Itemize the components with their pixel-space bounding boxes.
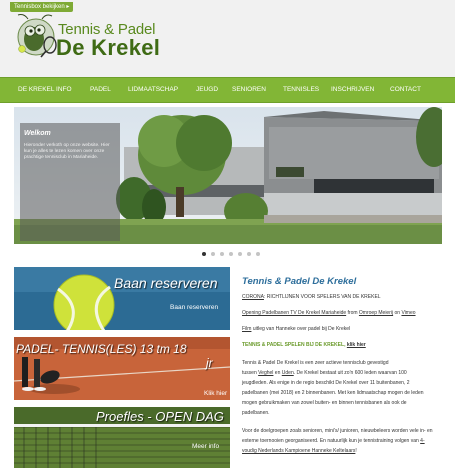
nav-item-tennisles[interactable]: TENNISLES	[283, 86, 319, 93]
corona-link[interactable]: CORONA	[242, 294, 264, 300]
intro-para-line3: jeugdleden. Als enige in de regio beschi…	[242, 380, 410, 386]
film-text: uitleg van Hanneke over padel bij De Kre…	[251, 326, 351, 332]
tile-proefles-link[interactable]: Meer info	[192, 443, 219, 450]
tile-baan-reserveren[interactable]: Baan reserveren Baan reserveren	[14, 267, 230, 330]
slide-dot-4[interactable]	[229, 252, 233, 256]
intro-para-line6: padelbanen.	[242, 410, 270, 416]
corona-text: : RICHTLIJNEN VOOR SPELERS VAN DE KREKEL	[263, 294, 381, 300]
tennisbox-link[interactable]: Tennisbox bekijken ▸	[10, 2, 74, 12]
main-navigation: DE KREKEL INFO PADEL LIDMAATSCHAP JEUGD …	[0, 77, 455, 103]
groups-para-line2: externe toernooien georganiseerd. En nat…	[242, 438, 425, 444]
intro-en-text: en	[273, 370, 282, 376]
slide-dot-2[interactable]	[211, 252, 215, 256]
nav-item-contact[interactable]: CONTACT	[390, 86, 421, 93]
spelen-line: TENNIS & PADEL SPELEN BIJ DE KREKEL, kli…	[242, 342, 366, 348]
nav-item-de-krekel-info[interactable]: DE KREKEL INFO	[18, 86, 72, 93]
intro-para-line1: Tennis & Padel De Krekel is een zeer act…	[242, 360, 389, 366]
slide-dot-6[interactable]	[247, 252, 251, 256]
spelen-text: TENNIS & PADEL SPELEN BIJ DE KREKEL	[242, 342, 345, 348]
tile-padel-title-line2: jr	[206, 356, 213, 370]
tile-baan-reserveren-title: Baan reserveren	[114, 275, 218, 291]
veghel-link[interactable]: Veghel	[258, 370, 273, 376]
slide-dot-7[interactable]	[256, 252, 260, 256]
krekel-logo[interactable]	[14, 13, 58, 59]
from-text: from	[346, 310, 359, 316]
nav-item-jeugd[interactable]: JEUGD	[196, 86, 218, 93]
intro-tussen-text: tussen	[242, 370, 259, 376]
slide-dot-3[interactable]	[220, 252, 224, 256]
intro-para-line5: mogen gebruikmaken van zowel buiten- en …	[242, 400, 407, 406]
tile-proefles-open-dag[interactable]: Proefles - OPEN DAG Meer info	[14, 407, 230, 468]
tile-proefles-title: Proefles - OPEN DAG	[96, 409, 224, 424]
nav-item-senioren[interactable]: SENIOREN	[232, 86, 266, 93]
omroep-meierij-link[interactable]: Omroep Meierij	[359, 310, 393, 316]
welcome-text: Hieronder verkoth op onze website. Hier …	[24, 143, 110, 160]
corona-line: CORONA: RICHTLIJNEN VOOR SPELERS VAN DE …	[242, 294, 381, 300]
nav-item-padel[interactable]: PADEL	[90, 86, 111, 93]
slide-dot-1[interactable]	[202, 252, 206, 256]
welcome-title: Welkom	[24, 130, 51, 137]
groups-para-line1: Voor de doelgroepen zoals senioren, mini…	[242, 428, 433, 434]
tile-padel-link[interactable]: Klik hier	[204, 390, 227, 397]
hero-slideshow[interactable]: Welkom Hieronder verkoth op onze website…	[14, 107, 442, 244]
video-credit-line: Opening Padelbanen TV De Krekel Mariahei…	[242, 310, 416, 316]
tile-padel-tennisles[interactable]: PADEL- TENNIS(LES) 13 tm 18 jr Klik hier	[14, 337, 230, 400]
page-title: Tennis & Padel De Krekel	[242, 276, 357, 287]
intro-para-line2: tussen Veghel en Uden. De Krekel bestaat…	[242, 370, 407, 376]
uden-link[interactable]: Uden	[282, 370, 294, 376]
vimeo-link[interactable]: Vimeo	[401, 310, 415, 316]
intro-leden-text: . De Krekel bestaat uit zo'n 600 leden w…	[293, 370, 407, 376]
groups-training-text: externe toernooien georganiseerd. En nat…	[242, 438, 421, 444]
nav-item-inschrijven[interactable]: INSCHRIJVEN	[331, 86, 374, 93]
tile-padel-title-line1: PADEL- TENNIS(LES) 13 tm 18	[16, 342, 187, 356]
welcome-overlay: Welkom Hieronder verkoth op onze website…	[20, 123, 120, 241]
intro-para-line4: padelbanen (mei 2018) en 2 binnenbanen. …	[242, 390, 424, 396]
groups-end-text: !	[355, 448, 357, 454]
klik-hier-link[interactable]: klik hier	[347, 342, 366, 348]
opening-padelbanen-link[interactable]: Opening Padelbanen TV De Krekel Mariahei…	[242, 310, 346, 316]
nav-item-lidmaatschap[interactable]: LIDMAATSCHAP	[128, 86, 178, 93]
site-header: Tennisbox bekijken ▸ Tennis & Padel De K…	[0, 0, 455, 80]
groups-para-line3: voudig Nederlands Kampioene Hanneke Kelt…	[242, 448, 357, 454]
film-line: Film uitleg van Hanneke over padel bij D…	[242, 326, 350, 332]
kampioene-link-start[interactable]: 4-	[420, 438, 424, 444]
slide-dot-5[interactable]	[238, 252, 242, 256]
logo-text-de-krekel[interactable]: De Krekel	[56, 35, 160, 61]
kampioene-link[interactable]: voudig Nederlands Kampioene Hanneke Kelt…	[242, 448, 355, 454]
tile-baan-reserveren-link[interactable]: Baan reserveren	[170, 304, 218, 311]
slideshow-dots	[202, 252, 268, 258]
